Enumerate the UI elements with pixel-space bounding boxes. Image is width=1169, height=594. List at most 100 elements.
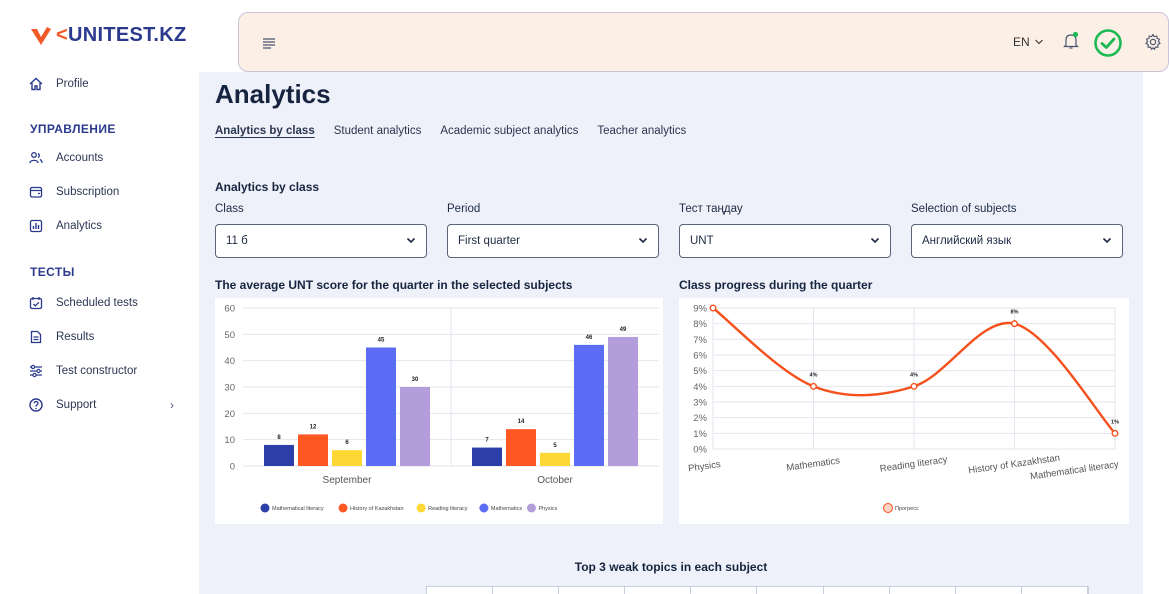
line-chart: 0% 1% 2% 3% 4% 5% 6% 7% 8% 9% 4% 4% 8% 1% Physics Mathe… [687, 304, 1120, 513]
sliders-icon [28, 363, 44, 379]
line-chart-card: 0% 1% 2% 3% 4% 5% 6% 7% 8% 9% 4% 4% 8% 1% Physics Mathe… [679, 298, 1129, 524]
subjects-select[interactable]: Английский язык [911, 224, 1123, 258]
chevron-right-icon[interactable]: › [170, 398, 174, 412]
legend-swatch [883, 503, 893, 513]
y-tick-label: 0% [693, 445, 707, 456]
x-tick-label: October [537, 475, 573, 486]
data-point [709, 304, 717, 312]
sidebar-item-label: Results [56, 331, 95, 343]
tab-teacher-analytics[interactable]: Teacher analytics [597, 125, 686, 137]
bar-chart-title: The average UNT score for the quarter in… [215, 278, 573, 292]
test-label: Тест таңдау [679, 203, 743, 215]
y-tick-label: 20 [224, 409, 235, 420]
period-label: Period [447, 203, 481, 215]
bar [400, 387, 430, 466]
sidebar-item-label: Scheduled tests [56, 297, 138, 309]
language-selector[interactable]: EN [1013, 35, 1044, 49]
legend-label: Mathematics [491, 506, 522, 512]
point-value-label: 4% [810, 372, 818, 378]
period-select[interactable]: First quarter [447, 224, 659, 258]
wallet-icon [28, 184, 44, 200]
bell-icon[interactable] [1062, 31, 1080, 51]
chevron-down-icon [1102, 237, 1112, 244]
logo[interactable]: <UNITEST.KZ [30, 24, 187, 47]
class-select[interactable]: 11 б [215, 224, 427, 258]
data-point [809, 382, 817, 390]
subjects-label: Selection of subjects [911, 203, 1017, 215]
data-point [910, 382, 918, 390]
bar-value-label: 14 [518, 419, 525, 425]
gear-icon[interactable] [1144, 33, 1162, 51]
sidebar-item-analytics[interactable]: Analytics [28, 218, 102, 234]
bar-value-label: 7 [485, 438, 489, 444]
section-heading-tests: ТЕСТЫ [30, 265, 75, 279]
bar-value-label: 12 [310, 424, 317, 430]
weak-topics-title: Top 3 weak topics in each subject [574, 560, 768, 574]
legend-label: Прогресс [895, 506, 919, 512]
legend-swatch [526, 503, 536, 513]
chevron-down-icon [870, 237, 880, 244]
test-select[interactable]: UNT [679, 224, 891, 258]
data-point [1111, 429, 1119, 437]
bar [332, 450, 362, 466]
class-label: Class [215, 203, 244, 215]
point-value-label: 1% [1111, 419, 1119, 425]
y-tick-label: 40 [224, 356, 235, 367]
sidebar-item-label: Profile [56, 78, 89, 90]
bar [298, 434, 328, 466]
point-value-label: 8% [1011, 310, 1019, 316]
sidebar-item-results[interactable]: Results [28, 329, 94, 345]
sidebar-item-support[interactable]: Support [28, 397, 96, 413]
tab-student-analytics[interactable]: Student analytics [334, 125, 422, 137]
sidebar-item-accounts[interactable]: Accounts [28, 150, 103, 166]
y-tick-label: 2% [693, 413, 707, 424]
legend-swatch [416, 503, 426, 513]
chevron-down-icon [406, 237, 416, 244]
main-panel: Analytics Analytics by class Student ana… [199, 72, 1143, 594]
chevron-down-icon [638, 237, 648, 244]
sidebar-item-label: Test constructor [56, 365, 138, 377]
menu-icon[interactable] [261, 35, 277, 51]
sidebar-item-test-constructor[interactable]: Test constructor [28, 363, 137, 379]
bar [506, 429, 536, 466]
language-label: EN [1013, 35, 1030, 49]
legend-label: Mathematical literacy [272, 506, 324, 512]
chevron-down-icon [1034, 39, 1043, 45]
logo-checkmark-icon [31, 26, 51, 45]
bar-value-label: 30 [412, 377, 419, 383]
bar [574, 344, 604, 466]
y-tick-label: 6% [693, 351, 707, 362]
point-value-label: 4% [910, 372, 918, 378]
tab-analytics-by-class[interactable]: Analytics by class [215, 125, 315, 137]
help-icon [28, 397, 44, 413]
check-circle-icon[interactable] [1093, 28, 1123, 58]
y-tick-label: 1% [693, 429, 707, 440]
bar-value-label: 49 [620, 327, 627, 333]
bar-chart-card: 0 10 20 30 40 50 60 8 12 6 45 30 September 7 14 5 46 49 Oc… [215, 298, 663, 524]
tab-academic-subject-analytics[interactable]: Academic subject analytics [440, 125, 578, 137]
test-select-value: UNT [690, 235, 714, 247]
logo-prefix: < [56, 24, 68, 46]
bar [608, 336, 638, 466]
y-tick-label: 60 [224, 304, 235, 315]
sidebar-item-scheduled-tests[interactable]: Scheduled tests [28, 295, 138, 311]
y-tick-label: 4% [693, 382, 707, 393]
bar-value-label: 45 [378, 338, 385, 344]
bar [264, 444, 294, 466]
sidebar-item-subscription[interactable]: Subscription [28, 184, 119, 200]
bar-chart: 010203040506081264530September71454649Oc… [224, 304, 659, 513]
page-title: Analytics [215, 79, 331, 109]
bar-value-label: 46 [586, 335, 593, 341]
home-icon [28, 76, 44, 92]
legend-swatch [479, 503, 489, 513]
y-tick-label: 3% [693, 398, 707, 409]
data-point [1011, 320, 1019, 328]
x-tick-label: Reading literacy [879, 454, 948, 474]
sidebar-item-profile[interactable]: Profile [28, 76, 89, 92]
y-tick-label: 7% [693, 335, 707, 346]
section-heading-manage: УПРАВЛЕНИЕ [30, 122, 116, 136]
logo-text: UNITEST.KZ [67, 24, 187, 46]
document-icon [28, 329, 44, 345]
chart-icon [28, 218, 44, 234]
tab-bar: Analytics by class Student analytics Aca… [215, 125, 686, 137]
